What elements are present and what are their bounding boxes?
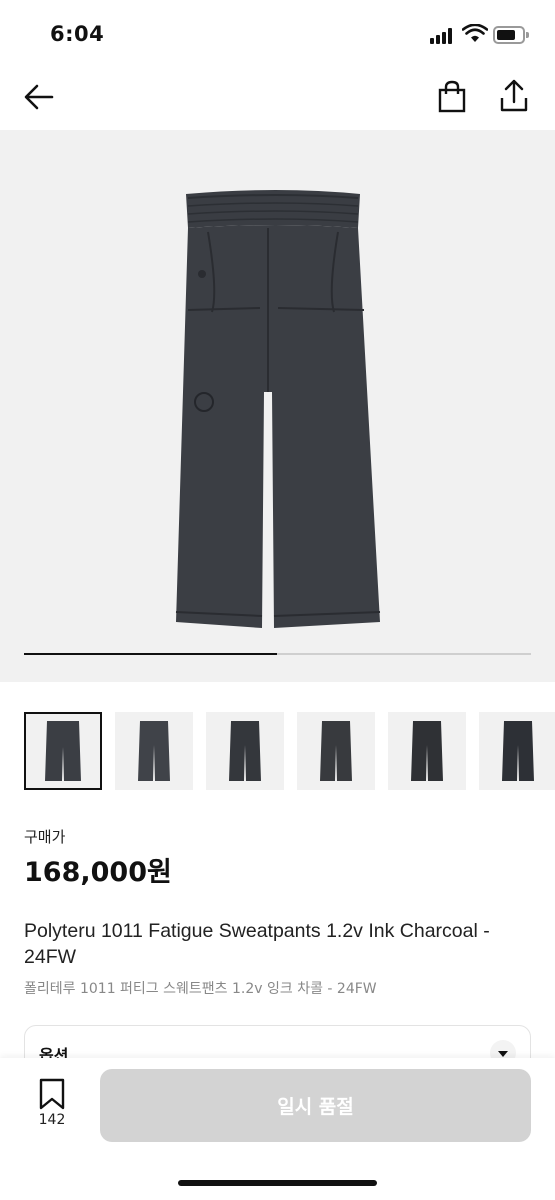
share-icon[interactable] — [498, 78, 530, 114]
product-image-carousel[interactable] — [0, 130, 555, 682]
home-indicator — [178, 1180, 377, 1186]
bookmark-icon — [39, 1078, 65, 1110]
sold-out-button[interactable]: 일시 품절 — [100, 1069, 531, 1142]
top-navigation — [0, 68, 555, 130]
thumbnail-4[interactable] — [297, 712, 375, 790]
thumbnail-3[interactable] — [206, 712, 284, 790]
carousel-progress — [24, 653, 531, 655]
thumbnail-strip — [24, 712, 555, 792]
product-photo — [175, 190, 381, 628]
battery-icon — [493, 26, 529, 44]
thumbnail-5[interactable] — [388, 712, 466, 790]
price-label: 구매가 — [24, 828, 66, 846]
thumbnail-6[interactable] — [479, 712, 555, 790]
wifi-icon — [462, 24, 488, 42]
wishlist-count: 142 — [38, 1112, 66, 1128]
status-bar: 6:04 — [0, 0, 555, 68]
thumbnail-photo — [138, 721, 170, 781]
back-arrow-icon[interactable] — [22, 80, 56, 114]
product-subtitle-korean: 폴리테루 1011 퍼티그 스웨트팬츠 1.2v 잉크 차콜 - 24FW — [24, 981, 377, 997]
thumbnail-photo — [320, 721, 352, 781]
carousel-progress-fill — [24, 653, 277, 655]
thumbnail-2[interactable] — [115, 712, 193, 790]
status-time: 6:04 — [50, 22, 105, 46]
thumbnail-photo — [502, 721, 534, 781]
product-title: Polyteru 1011 Fatigue Sweatpants 1.2v In… — [24, 920, 490, 968]
thumbnail-photo — [229, 721, 261, 781]
bottom-action-bar: 142 일시 품절 — [0, 1058, 555, 1200]
shopping-bag-icon[interactable] — [436, 80, 468, 114]
cellular-signal-icon — [430, 28, 454, 44]
wishlist-button[interactable]: 142 — [30, 1078, 74, 1134]
thumbnail-1[interactable] — [24, 712, 102, 790]
thumbnail-photo — [45, 721, 81, 781]
price: 168,000원 — [24, 857, 172, 888]
thumbnail-photo — [411, 721, 443, 781]
